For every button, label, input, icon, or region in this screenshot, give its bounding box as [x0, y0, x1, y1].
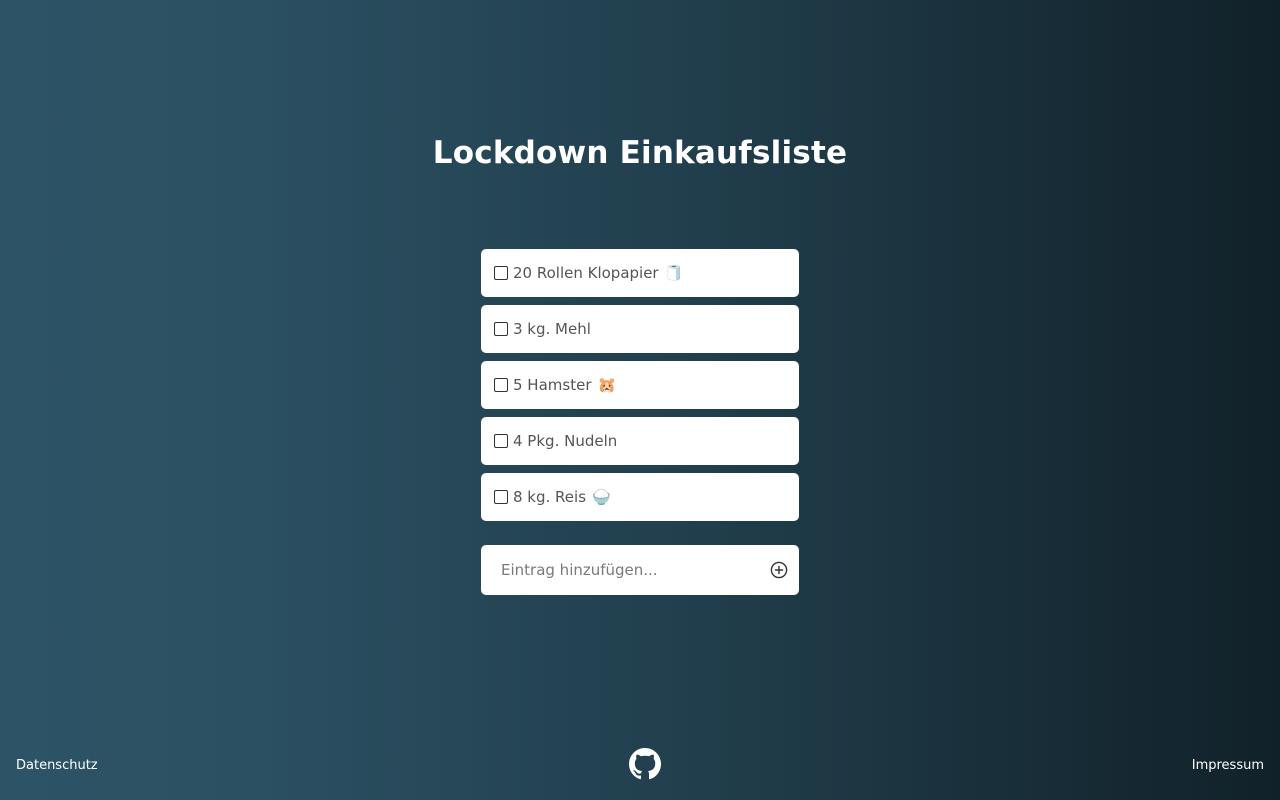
- list-item-label: 4 Pkg. Nudeln: [513, 432, 618, 450]
- list-item[interactable]: 4 Pkg. Nudeln: [481, 417, 799, 465]
- shopping-list: 20 Rollen Klopapier 🧻 3 kg. Mehl 5 Hamst…: [481, 249, 799, 529]
- checkbox[interactable]: [494, 490, 508, 504]
- add-entry-box: [481, 545, 799, 595]
- checkbox[interactable]: [494, 378, 508, 392]
- list-item[interactable]: 3 kg. Mehl: [481, 305, 799, 353]
- rice-icon: 🍚: [592, 488, 611, 506]
- page-title: Lockdown Einkaufsliste: [432, 135, 848, 171]
- list-item-label: 5 Hamster: [513, 376, 592, 394]
- hamster-icon: 🐹: [597, 376, 617, 394]
- add-entry-input[interactable]: [501, 561, 770, 579]
- github-icon[interactable]: [629, 748, 661, 780]
- plus-circle-icon[interactable]: [770, 561, 788, 579]
- checkbox[interactable]: [494, 434, 508, 448]
- list-item[interactable]: 20 Rollen Klopapier 🧻: [481, 249, 799, 297]
- checkbox[interactable]: [494, 266, 508, 280]
- toilet-paper-icon: 🧻: [664, 264, 684, 282]
- checkbox[interactable]: [494, 322, 508, 336]
- list-item-label: 8 kg. Reis: [513, 488, 587, 506]
- list-item[interactable]: 8 kg. Reis 🍚: [481, 473, 799, 521]
- list-item[interactable]: 5 Hamster 🐹: [481, 361, 799, 409]
- privacy-link[interactable]: Datenschutz: [16, 758, 98, 773]
- imprint-link[interactable]: Impressum: [1192, 758, 1264, 773]
- list-item-label: 3 kg. Mehl: [513, 320, 591, 338]
- list-item-label: 20 Rollen Klopapier: [513, 264, 659, 282]
